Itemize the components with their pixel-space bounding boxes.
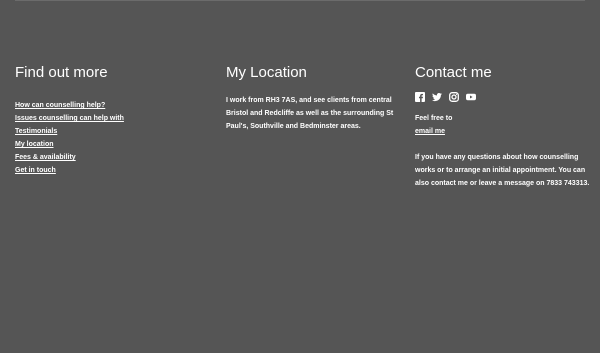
contact-me-section: Contact me Feel free to email me If you … [415, 64, 590, 190]
facebook-icon[interactable] [415, 91, 425, 102]
contact-me-heading: Contact me [415, 64, 492, 81]
find-out-more-heading: Find out more [15, 64, 108, 81]
instagram-icon[interactable] [449, 91, 459, 102]
find-out-more-section: Find out more How can counselling help? … [15, 64, 205, 174]
location-text: I work from RH3 7AS, and see clients fro… [226, 97, 394, 130]
youtube-icon[interactable] [466, 92, 476, 102]
link-get-in-touch[interactable]: Get in touch [15, 167, 56, 174]
footer-divider [15, 0, 585, 1]
twitter-icon[interactable] [432, 92, 442, 102]
social-links [415, 91, 590, 102]
find-out-more-links: How can counselling help? Issues counsel… [15, 94, 205, 174]
feel-free-text: Feel free to [415, 115, 453, 122]
my-location-heading: My Location [226, 64, 307, 81]
contact-text: If you have any questions about how coun… [415, 154, 590, 187]
my-location-section: My Location I work from RH3 7AS, and see… [226, 64, 396, 133]
email-me-link[interactable]: email me [415, 128, 445, 135]
